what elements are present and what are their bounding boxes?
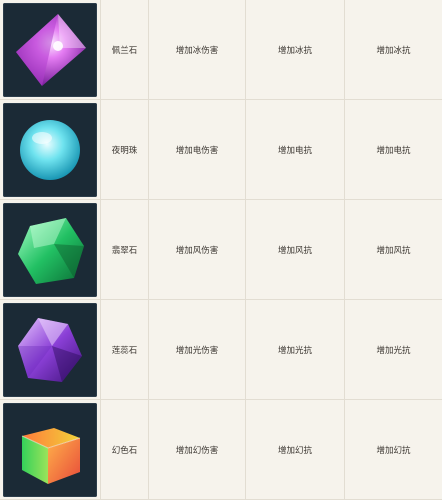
table-row: 佩兰石 增加冰伤害 增加冰抗 增加冰抗 [0,0,442,100]
cyan-orb-icon [3,102,97,197]
gem-effect: 增加光抗 [376,345,411,356]
gem-effect: 增加风伤害 [149,200,246,299]
gem-effect: 增加风抗 [376,245,411,256]
gem-effect: 增加冰抗 [246,0,345,99]
gem-effect: 增加幻抗 [376,445,411,456]
gem-effect: 增加幻抗 [246,400,345,499]
gem-effect: 增加光伤害 [149,300,246,399]
purple-crystal-icon [3,2,97,97]
gem-name: 幻色石 [101,400,149,499]
gem-name: 夜明珠 [101,100,149,199]
gem-name: 翡翠石 [101,200,149,299]
gem-effect: 增加冰伤害 [149,0,246,99]
table-row: 幻色石 增加幻伤害 增加幻抗 增加幻抗 [0,400,442,500]
gem-icon-cell [0,0,101,99]
gem-effect: 增加风抗 [246,200,345,299]
gem-icon-cell [0,200,101,299]
table-row: 翡翠石 增加风伤害 增加风抗 增加风抗 [0,200,442,300]
gem-icon-cell [0,100,101,199]
gem-effect: 增加电伤害 [149,100,246,199]
rainbow-cube-icon [3,402,97,497]
gem-effect: 增加光抗 [246,300,345,399]
gem-effect: 增加冰抗 [376,45,411,56]
gem-name: 佩兰石 [101,0,149,99]
gem-effect: 增加幻伤害 [149,400,246,499]
gem-effect: 增加电抗 [376,145,411,156]
violet-crystal-icon [3,302,97,397]
gem-table: 佩兰石 增加冰伤害 增加冰抗 增加冰抗 夜明珠 增加电伤害 增加电抗 增加电抗 … [0,0,442,500]
table-row: 夜明珠 增加电伤害 增加电抗 增加电抗 [0,100,442,200]
gem-name: 莲蕊石 [101,300,149,399]
green-gem-icon [3,202,97,297]
gem-effect: 增加电抗 [246,100,345,199]
gem-icon-cell [0,400,101,499]
table-row: 莲蕊石 增加光伤害 增加光抗 增加光抗 [0,300,442,400]
gem-icon-cell [0,300,101,399]
